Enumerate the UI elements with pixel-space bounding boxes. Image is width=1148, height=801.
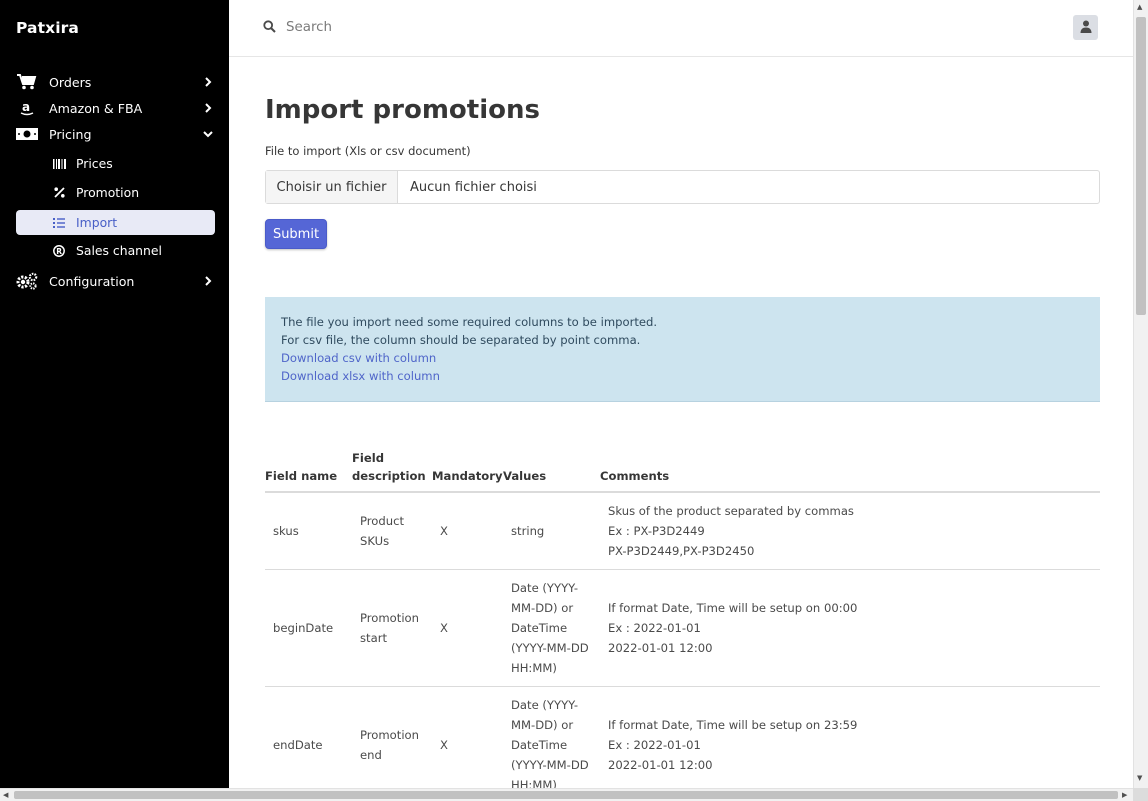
sidebar-item-label: Amazon & FBA	[49, 100, 143, 116]
sidebar-subitem-label: Prices	[76, 156, 113, 171]
field-description-cell: Product SKUs	[352, 492, 432, 570]
field-name-cell: beginDate	[265, 569, 352, 687]
vertical-scrollbar[interactable]: ▲ ▼	[1133, 0, 1148, 788]
search-icon	[263, 18, 276, 37]
svg-text:R: R	[56, 246, 62, 255]
table-row: skus Product SKUs X string Skus of the p…	[265, 492, 1100, 570]
main-content: Import promotions File to import (Xls or…	[229, 57, 1133, 788]
scroll-left-arrow-icon[interactable]: ◀	[3, 791, 8, 799]
info-text: For csv file, the column should be separ…	[281, 333, 641, 347]
registered-icon: R	[52, 244, 66, 257]
comment-line: Ex : 2022-01-01	[608, 621, 701, 635]
horizontal-scrollbar[interactable]: ◀ ▶	[0, 788, 1133, 801]
column-header: Mandatory	[432, 449, 503, 493]
values-cell: Date (YYYY-MM-DD) or DateTime (YYYY-MM-D…	[503, 686, 600, 788]
comment-line: 2022-01-01 12:00	[608, 641, 713, 655]
values-cell: string	[503, 492, 600, 570]
submit-button[interactable]: Submit	[265, 219, 327, 249]
choose-file-button[interactable]: Choisir un fichier	[266, 171, 398, 203]
comment-line: Ex : 2022-01-01	[608, 738, 701, 752]
sidebar-subitem-label: Sales channel	[76, 243, 162, 258]
mandatory-cell: X	[432, 686, 503, 788]
percent-icon	[52, 187, 66, 198]
table-header-row: Field name Field description Mandatory V…	[265, 449, 1100, 493]
topbar	[229, 0, 1133, 57]
file-input[interactable]: Choisir un fichier Aucun fichier choisi	[265, 170, 1100, 204]
file-label: File to import (Xls or csv document)	[265, 144, 471, 158]
sidebar-subitem-promotion[interactable]: Promotion	[16, 180, 215, 205]
user-icon	[1080, 18, 1092, 37]
sidebar-item-orders[interactable]: Orders	[16, 70, 215, 94]
sidebar-item-pricing[interactable]: Pricing	[16, 122, 215, 146]
sidebar-item-configuration[interactable]: Configuration	[16, 269, 215, 293]
sidebar-item-label: Pricing	[49, 126, 92, 142]
sidebar-item-label: Orders	[49, 74, 92, 90]
column-header: Comments	[600, 449, 1100, 493]
search-bar	[263, 18, 586, 37]
sidebar: Patxira Orders a Amazon & FBA Pricing Pr…	[0, 0, 229, 788]
amazon-icon: a	[16, 100, 38, 116]
values-cell: Date (YYYY-MM-DD) or DateTime (YYYY-MM-D…	[503, 569, 600, 687]
sidebar-subitem-label: Promotion	[76, 185, 140, 200]
comment-line: Ex : PX-P3D2449	[608, 524, 705, 538]
comment-line: PX-P3D2449,PX-P3D2450	[608, 544, 755, 558]
sidebar-subitem-sales-channel[interactable]: R Sales channel	[16, 238, 215, 263]
comment-line: Skus of the product separated by commas	[608, 504, 854, 518]
search-input[interactable]	[286, 20, 586, 35]
sidebar-subitem-label: Import	[76, 215, 118, 230]
svg-text:a: a	[22, 100, 30, 114]
comment-line: If format Date, Time will be setup on 23…	[608, 718, 858, 732]
download-xlsx-link[interactable]: Download xlsx with column	[281, 367, 1084, 385]
field-description-cell: Promotion end	[352, 686, 432, 788]
mandatory-cell: X	[432, 492, 503, 570]
column-header: Field description	[352, 449, 432, 493]
field-name-cell: endDate	[265, 686, 352, 788]
field-name-cell: skus	[265, 492, 352, 570]
chevron-right-icon	[203, 276, 213, 286]
sidebar-item-label: Configuration	[49, 273, 135, 289]
chevron-right-icon	[203, 103, 213, 113]
sidebar-item-amazon[interactable]: a Amazon & FBA	[16, 96, 215, 120]
comment-line: If format Date, Time will be setup on 00…	[608, 601, 858, 615]
comments-cell: If format Date, Time will be setup on 23…	[600, 686, 1100, 788]
chevron-down-icon	[203, 129, 213, 139]
file-name: Aucun fichier choisi	[410, 179, 537, 195]
comments-cell: Skus of the product separated by commas …	[600, 492, 1100, 570]
column-header: Values	[503, 449, 600, 493]
horizontal-scroll-thumb[interactable]	[14, 791, 1118, 799]
comments-cell: If format Date, Time will be setup on 00…	[600, 569, 1100, 687]
user-menu-button[interactable]	[1073, 15, 1098, 40]
info-text: The file you import need some required c…	[281, 315, 658, 329]
scroll-up-arrow-icon[interactable]: ▲	[1137, 3, 1142, 11]
vertical-scroll-thumb[interactable]	[1136, 17, 1146, 315]
money-icon	[16, 126, 38, 142]
brand-logo[interactable]: Patxira	[16, 19, 79, 37]
cart-icon	[16, 74, 38, 90]
barcode-icon	[52, 158, 66, 169]
columns-table: Field name Field description Mandatory V…	[265, 449, 1100, 788]
scroll-right-arrow-icon[interactable]: ▶	[1122, 791, 1127, 799]
list-icon	[52, 217, 66, 228]
mandatory-cell: X	[432, 569, 503, 687]
gears-icon	[16, 272, 38, 290]
chevron-right-icon	[203, 77, 213, 87]
table-row: beginDate Promotion start X Date (YYYY-M…	[265, 569, 1100, 687]
scrollbar-corner	[1133, 788, 1148, 801]
info-notification: The file you import need some required c…	[265, 297, 1100, 402]
download-csv-link[interactable]: Download csv with column	[281, 349, 1084, 367]
sidebar-subitem-prices[interactable]: Prices	[16, 151, 215, 176]
scroll-down-arrow-icon[interactable]: ▼	[1137, 774, 1142, 782]
page-title: Import promotions	[265, 95, 540, 125]
sidebar-subitem-import[interactable]: Import	[16, 210, 215, 235]
column-header: Field name	[265, 449, 352, 493]
table-row: endDate Promotion end X Date (YYYY-MM-DD…	[265, 686, 1100, 788]
field-description-cell: Promotion start	[352, 569, 432, 687]
comment-line: 2022-01-01 12:00	[608, 758, 713, 772]
